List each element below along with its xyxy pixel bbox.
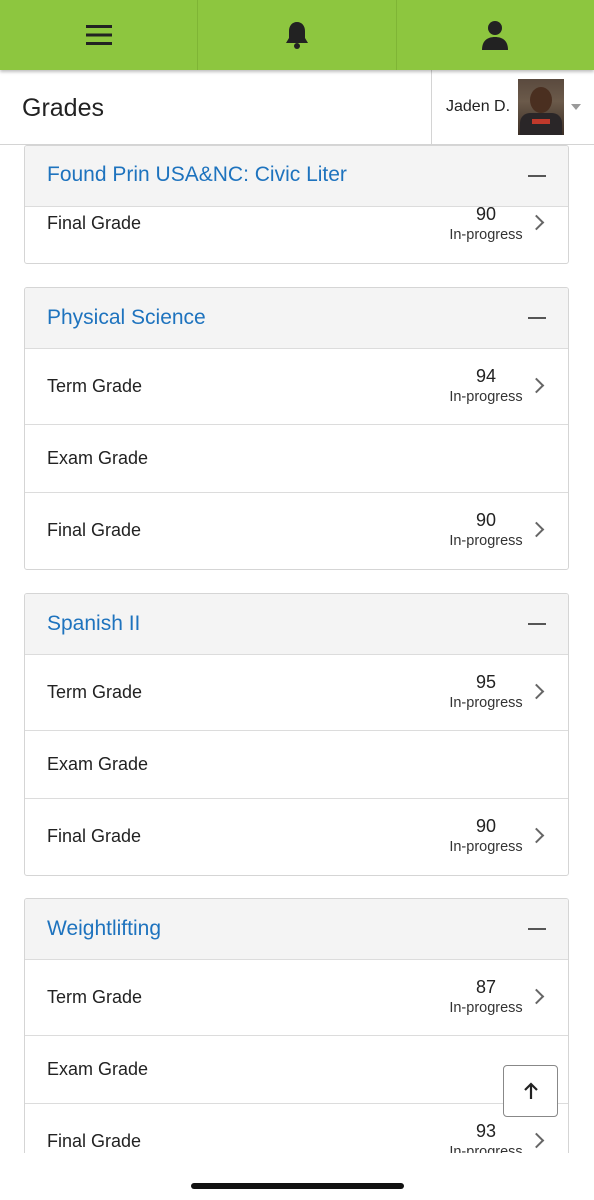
grade-value: 87 In-progress [441, 976, 531, 1018]
bell-icon [285, 22, 308, 49]
grade-value: 90 In-progress [441, 203, 531, 245]
grade-row[interactable]: Term Grade 95 In-progress [25, 655, 568, 731]
grade-label: Exam Grade [47, 1059, 149, 1079]
course-card: Spanish II Term Grade 95 In-progress Exa… [24, 593, 569, 876]
notifications-button[interactable] [198, 0, 397, 70]
grade-status: In-progress [449, 839, 523, 855]
collapse-icon[interactable] [528, 928, 546, 930]
hamburger-menu-icon [85, 25, 112, 45]
grade-row[interactable]: Term Grade 94 In-progress [25, 349, 568, 425]
collapse-icon[interactable] [528, 317, 546, 319]
menu-button[interactable] [0, 0, 199, 70]
course-header[interactable]: Spanish II [25, 594, 568, 655]
chevron-right-icon[interactable] [528, 214, 545, 231]
chevron-right-icon[interactable] [528, 1132, 545, 1149]
grade-row: Exam Grade [25, 731, 568, 799]
home-indicator-area [0, 1153, 594, 1200]
grade-value: 94 In-progress [441, 365, 531, 407]
grade-label: Term Grade [47, 376, 143, 396]
chevron-right-icon[interactable] [528, 827, 545, 844]
course-name[interactable]: Spanish II [47, 612, 140, 636]
grade-label: Final Grade [47, 826, 142, 846]
chevron-right-icon[interactable] [528, 521, 545, 538]
course-card: Weightlifting Term Grade 87 In-progress … [24, 898, 569, 1153]
grade-label: Final Grade [47, 520, 142, 540]
grades-list[interactable]: Found Prin USA&NC: Civic Liter Final Gra… [0, 145, 594, 1153]
grade-number: 90 [475, 204, 497, 224]
chevron-right-icon[interactable] [528, 683, 545, 700]
page-title: Grades [22, 94, 104, 122]
arrow-up-icon [523, 1082, 538, 1099]
course-name[interactable]: Found Prin USA&NC: Civic Liter [47, 163, 347, 187]
grade-row: Exam Grade [25, 425, 568, 493]
grade-label: Exam Grade [47, 448, 149, 468]
grade-number: 90 [475, 816, 497, 836]
grade-number: 94 [475, 366, 497, 386]
grade-label: Final Grade [47, 213, 142, 233]
grade-label: Term Grade [47, 682, 143, 702]
grade-value: 93 In-progress [441, 1120, 531, 1153]
grade-number: 87 [475, 977, 497, 997]
grade-number: 93 [475, 1121, 497, 1141]
user-name: Jaden D. [446, 98, 511, 115]
course-header[interactable]: Physical Science [25, 288, 568, 349]
chevron-right-icon[interactable] [528, 377, 545, 394]
course-header[interactable]: Weightlifting [25, 899, 568, 960]
grade-status: In-progress [449, 227, 523, 243]
grade-row[interactable]: Final Grade 90 In-progress [25, 493, 568, 569]
grade-row[interactable]: Final Grade 93 In-progress [25, 1104, 568, 1153]
grade-row[interactable]: Final Grade 90 In-progress [25, 799, 568, 875]
person-icon [482, 21, 509, 50]
grade-row: Exam Grade [25, 1036, 568, 1104]
grade-row[interactable]: Term Grade 87 In-progress [25, 960, 568, 1036]
grade-row[interactable]: Final Grade 90 In-progress [25, 204, 568, 263]
grade-status: In-progress [449, 389, 523, 405]
grade-label: Exam Grade [47, 754, 149, 774]
avatar [518, 79, 564, 135]
user-menu[interactable]: Jaden D. [431, 70, 594, 144]
page-header: Grades Jaden D. [0, 70, 594, 145]
chevron-right-icon[interactable] [528, 988, 545, 1005]
grade-value: 95 In-progress [441, 671, 531, 713]
course-name[interactable]: Weightlifting [47, 917, 161, 941]
grade-status: In-progress [449, 533, 523, 549]
course-header[interactable]: Found Prin USA&NC: Civic Liter [25, 146, 568, 207]
grade-number: 90 [475, 510, 497, 530]
grade-number: 95 [475, 672, 497, 692]
caret-down-icon [571, 104, 581, 110]
grade-label: Term Grade [47, 987, 143, 1007]
home-indicator[interactable] [191, 1183, 404, 1189]
scroll-to-top-button[interactable] [503, 1065, 558, 1117]
grade-status: In-progress [449, 695, 523, 711]
course-card: Found Prin USA&NC: Civic Liter Final Gra… [24, 145, 569, 264]
course-card: Physical Science Term Grade 94 In-progre… [24, 287, 569, 570]
grade-status: In-progress [449, 1000, 523, 1016]
grade-value: 90 In-progress [441, 815, 531, 857]
grade-label: Final Grade [47, 1131, 142, 1151]
course-name[interactable]: Physical Science [47, 306, 206, 330]
top-nav-bar [0, 0, 594, 70]
collapse-icon[interactable] [528, 623, 546, 625]
profile-button[interactable] [397, 0, 594, 70]
grade-value: 90 In-progress [441, 509, 531, 551]
collapse-icon[interactable] [528, 175, 546, 177]
grade-status: In-progress [449, 1144, 523, 1153]
